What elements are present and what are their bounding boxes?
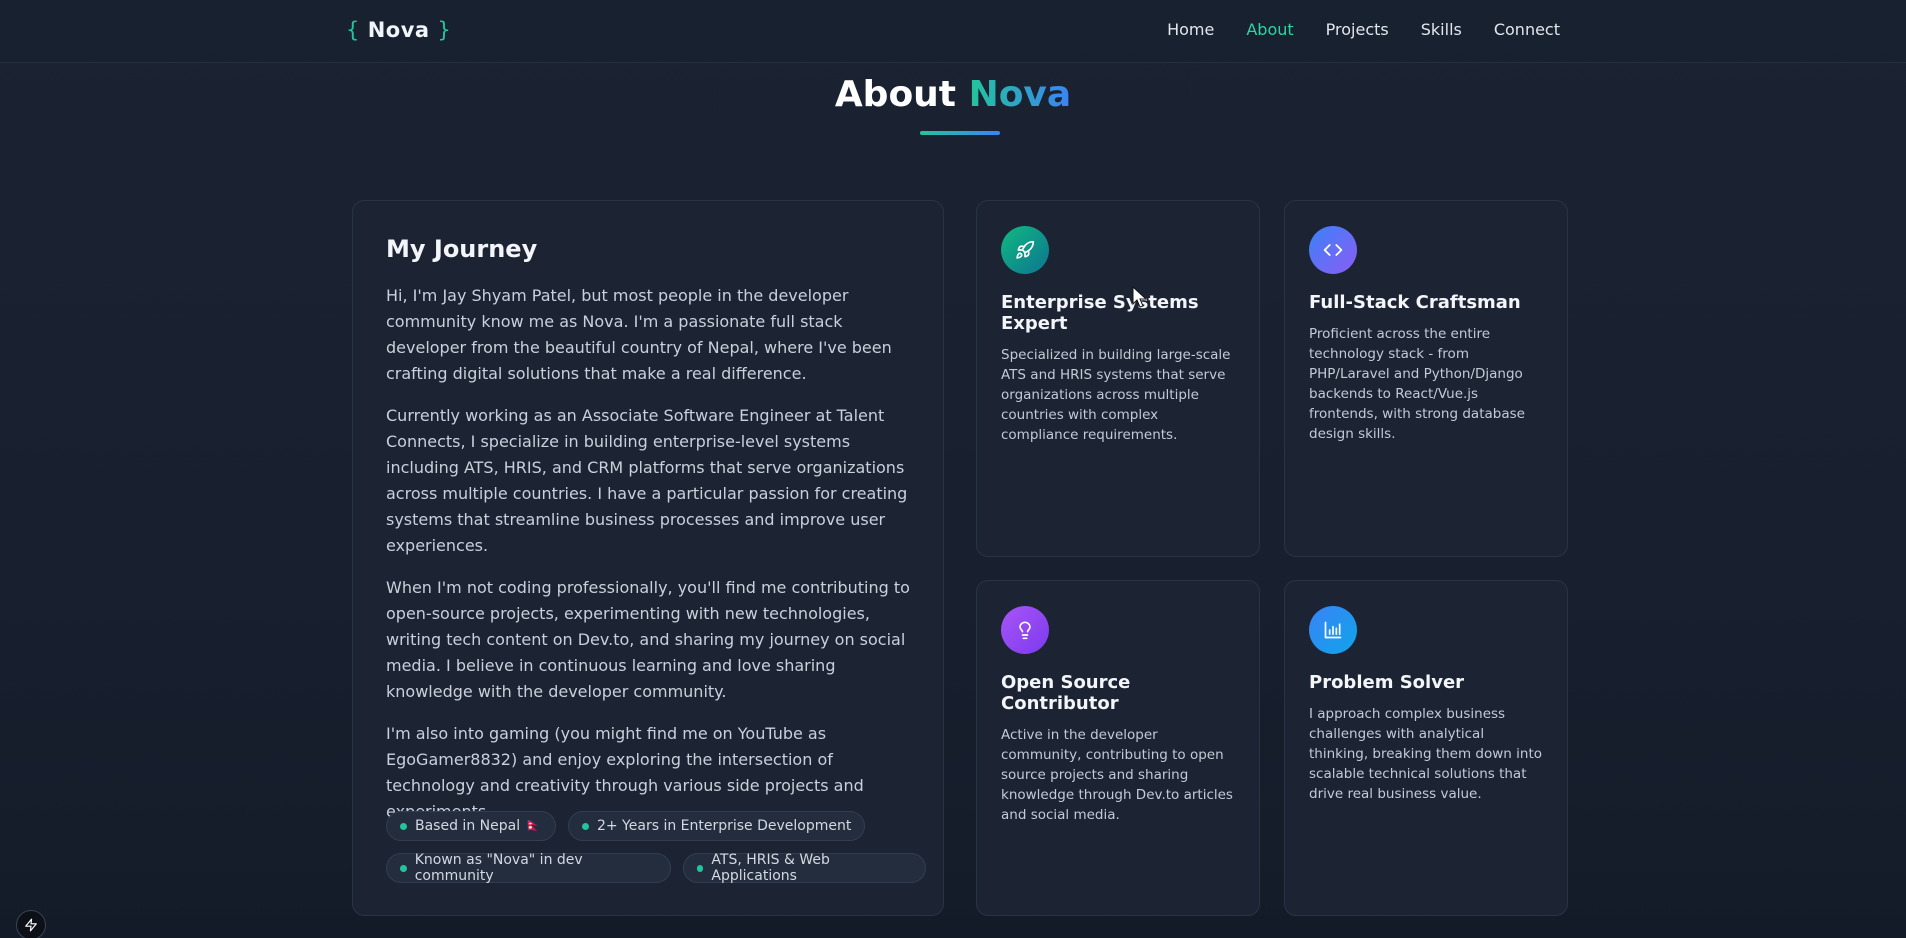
code-icon [1309,226,1357,274]
nav-home[interactable]: Home [1167,20,1214,39]
tag-dot-icon [696,864,704,872]
tag-dot-icon [400,822,407,830]
logo-text: Nova [367,18,430,42]
tag-dot-icon [400,864,407,872]
journey-paragraph: When I'm not coding professionally, you'… [386,578,910,701]
feature-title: Problem Solver [1309,672,1465,693]
lightning-icon[interactable] [16,910,46,938]
nav-projects[interactable]: Projects [1326,20,1389,39]
feature-card-enterprise: Enterprise Systems Expert Specialized in… [976,200,1260,557]
title-underline [920,131,1000,135]
feature-title: Full-Stack Craftsman [1309,292,1521,313]
nav-skills[interactable]: Skills [1421,20,1462,39]
tag-label: ATS, HRIS & Web Applications [711,852,830,884]
section-title: About Nova [0,74,1906,115]
site-logo[interactable]: { Nova } [346,18,451,42]
feature-title: Open Source Contributor [1001,672,1131,714]
section-title-accent: Nova [968,74,1072,115]
feature-description: Proficient across the entire technology … [1309,326,1525,442]
journey-card: My Journey Hi, I'm Jay Shyam Patel, but … [352,200,944,916]
lightbulb-icon [1001,606,1049,654]
journey-title: My Journey [386,235,538,263]
feature-card-fullstack: Full-Stack Craftsman Proficient across t… [1284,200,1568,557]
journey-paragraph: Currently working as an Associate Softwa… [386,406,908,555]
tag-label: Known as "Nova" in dev community [414,852,583,884]
bar-chart-icon [1309,606,1357,654]
journey-tags: Based in Nepal 🇳🇵 2+ Years in Enterprise… [386,811,926,895]
tag-row: Known as "Nova" in dev community ATS, HR… [386,852,926,884]
tag-experience: 2+ Years in Enterprise Development [567,811,866,841]
feature-description: Specialized in building large-scale ATS … [1001,347,1231,443]
mouse-cursor-icon [1132,285,1148,314]
main-nav: Home About Projects Skills Connect [1167,20,1560,39]
journey-paragraph: I'm also into gaming (you might find me … [386,724,864,821]
section-title-prefix: About [834,74,957,115]
feature-title: Enterprise Systems Expert [1001,292,1199,334]
feature-description: I approach complex business challenges w… [1309,706,1542,802]
rocket-icon [1001,226,1049,274]
nav-connect[interactable]: Connect [1494,20,1560,39]
journey-paragraph: Hi, I'm Jay Shyam Patel, but most people… [386,286,892,383]
tag-label: 2+ Years in Enterprise Development [596,818,852,834]
logo-brace-open: { [346,18,360,42]
navbar: { Nova } Home About Projects Skills Conn… [0,0,1906,63]
tag-dot-icon [581,822,589,830]
feature-card-opensource: Open Source Contributor Active in the de… [976,580,1260,916]
tag-row: Based in Nepal 🇳🇵 2+ Years in Enterprise… [386,811,926,841]
tag-location: Based in Nepal 🇳🇵 [386,811,556,841]
feature-description: Active in the developer community, contr… [1001,727,1233,823]
nav-about[interactable]: About [1246,20,1293,39]
tag-nickname: Known as "Nova" in dev community [386,852,671,884]
logo-brace-close: } [437,18,452,42]
tag-label: Based in Nepal 🇳🇵 [415,818,542,834]
tag-domains: ATS, HRIS & Web Applications [682,852,926,884]
feature-card-problemsolver: Problem Solver I approach complex busine… [1284,580,1568,916]
